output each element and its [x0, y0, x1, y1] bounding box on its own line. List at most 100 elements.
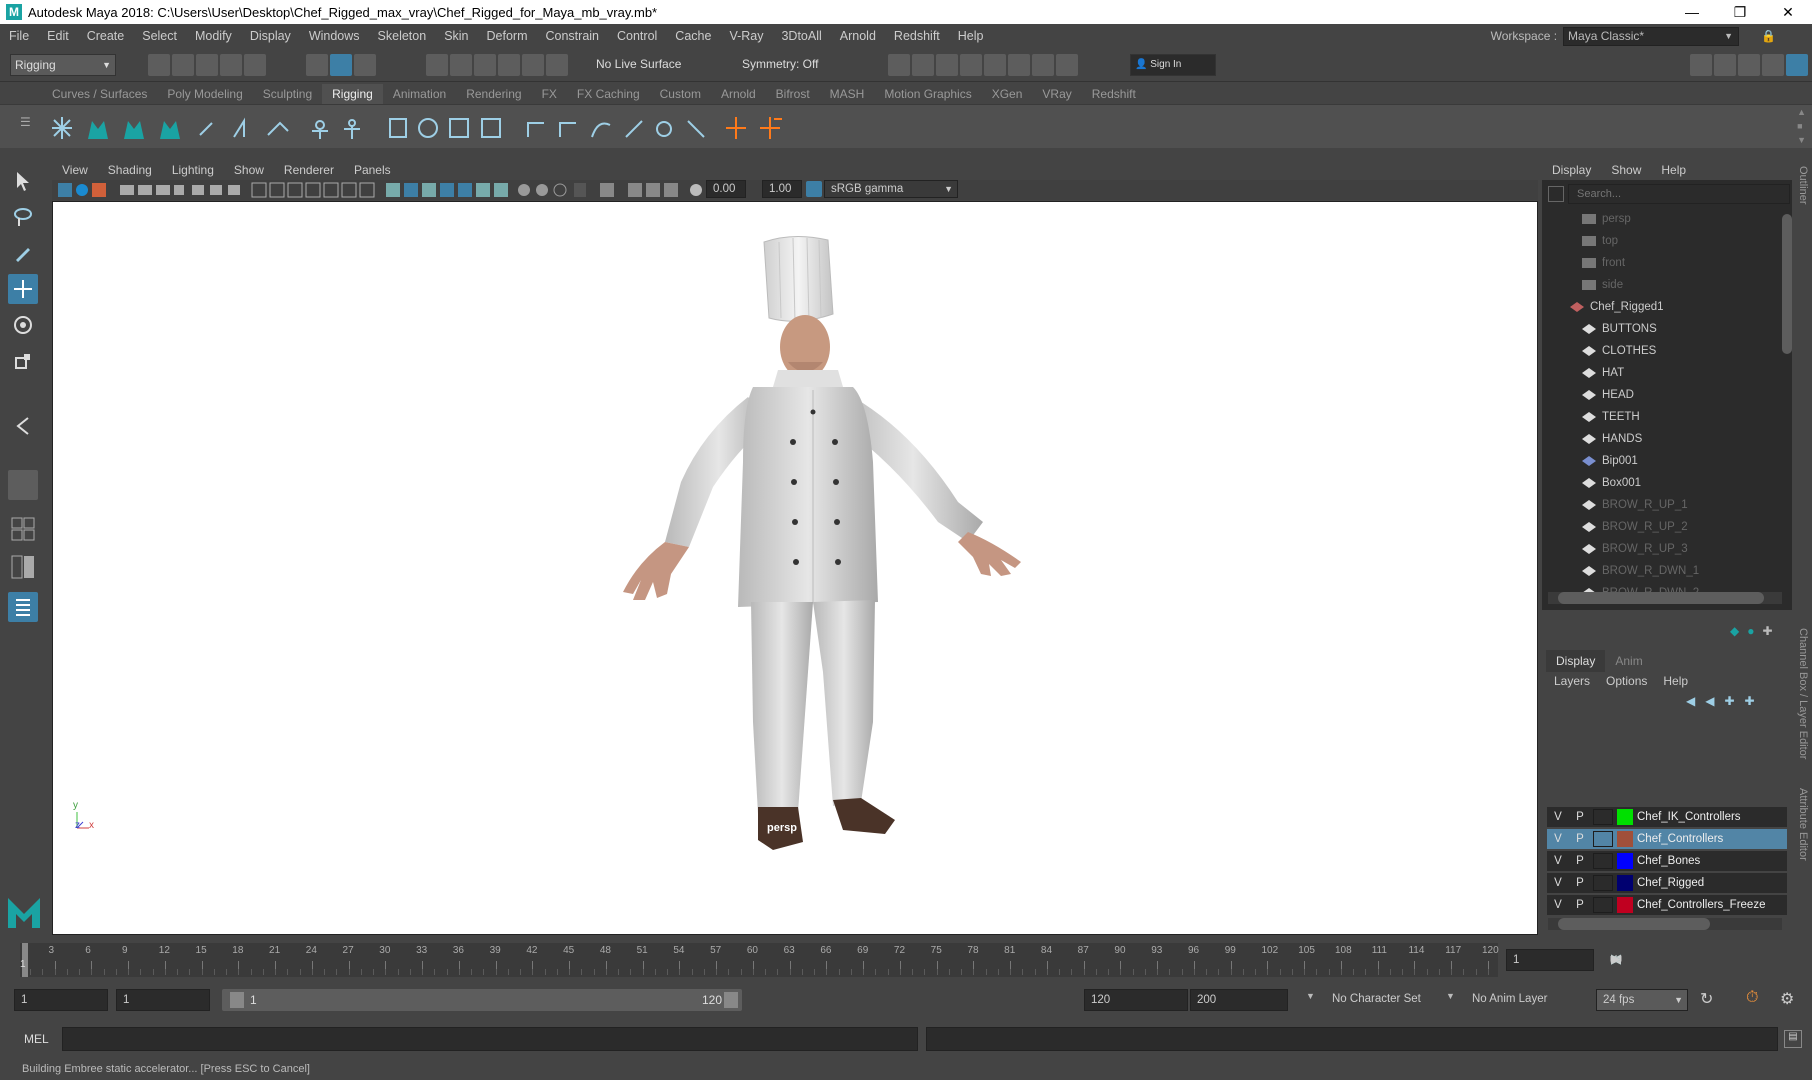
menu-file[interactable]: File	[0, 29, 38, 43]
viewport-menu-view[interactable]: View	[52, 163, 98, 177]
shelf-tab-poly-modeling[interactable]: Poly Modeling	[157, 84, 252, 104]
outliner-item[interactable]: Box001	[1582, 473, 1802, 493]
select-hierarchy-icon[interactable]	[306, 54, 328, 76]
attribute-editor-toggle-icon[interactable]	[1738, 54, 1760, 76]
select-component-icon[interactable]	[354, 54, 376, 76]
open-scene-icon[interactable]	[172, 54, 194, 76]
persp-outliner-layout-icon[interactable]	[8, 552, 38, 582]
shelf-tab-xgen[interactable]: XGen	[982, 84, 1033, 104]
live-surface-field[interactable]: No Live Surface	[592, 54, 702, 76]
viewport-menu-shading[interactable]: Shading	[98, 163, 162, 177]
hypershade-icon[interactable]	[984, 54, 1006, 76]
layer-display-type-toggle[interactable]	[1593, 875, 1613, 891]
shelf-tab-bifrost[interactable]: Bifrost	[766, 84, 820, 104]
outliner-item[interactable]: HAT	[1582, 363, 1802, 383]
mel-input[interactable]	[62, 1027, 918, 1051]
layer-row[interactable]: V P Chef_Controllers_Freeze	[1547, 895, 1787, 915]
range-start-handle[interactable]	[230, 992, 244, 1008]
exposure-field[interactable]: 0.00	[706, 180, 746, 198]
character-set-dropdown[interactable]: No Character Set	[1326, 989, 1430, 1011]
layer-display-type-toggle[interactable]	[1593, 809, 1613, 825]
layer-color-swatch[interactable]	[1617, 875, 1633, 891]
panel-toolbar-icons[interactable]	[52, 180, 1152, 200]
layer-tab-display[interactable]: Display	[1546, 650, 1606, 672]
outliner-hscrollbar[interactable]	[1548, 592, 1782, 604]
layer-menu-layers[interactable]: Layers	[1546, 670, 1598, 692]
menu-vray[interactable]: V-Ray	[720, 29, 772, 43]
menu-cache[interactable]: Cache	[666, 29, 720, 43]
menu-edit[interactable]: Edit	[38, 29, 78, 43]
sign-in-dropdown[interactable]: 👤 Sign In	[1130, 54, 1216, 76]
layer-color-swatch[interactable]	[1617, 831, 1633, 847]
layer-create-icons[interactable]: ◀ ◀ ✚ ✚	[1686, 694, 1755, 708]
shelf-tab-fx[interactable]: FX	[532, 84, 567, 104]
mel-label[interactable]: MEL	[24, 1032, 49, 1046]
layer-playback-toggle[interactable]: P	[1569, 811, 1591, 823]
render-view-icon[interactable]	[888, 54, 910, 76]
color-management-icon[interactable]	[806, 181, 822, 197]
channel-box-toggle-icon[interactable]	[1786, 54, 1808, 76]
side-tab-channel-box-layer-editor[interactable]: Channel Box / Layer Editor	[1797, 628, 1809, 759]
layer-playback-toggle[interactable]: P	[1569, 877, 1591, 889]
character-set-arrow-icon[interactable]: ▼	[1306, 991, 1315, 1001]
ipr-render-icon[interactable]	[936, 54, 958, 76]
layer-display-type-toggle[interactable]	[1593, 831, 1613, 847]
outliner-item[interactable]: Chef_Rigged1	[1570, 297, 1790, 317]
layer-display-type-toggle[interactable]	[1593, 853, 1613, 869]
viewport-menu-show[interactable]: Show	[224, 163, 274, 177]
layer-row[interactable]: V P Chef_IK_Controllers	[1547, 807, 1787, 827]
undo-icon[interactable]	[220, 54, 242, 76]
snap-curve-icon[interactable]	[450, 54, 472, 76]
colorspace-dropdown[interactable]: sRGB gamma ▼	[824, 180, 958, 198]
viewport-menu-panels[interactable]: Panels	[344, 163, 401, 177]
menu-windows[interactable]: Windows	[300, 29, 369, 43]
loop-icon[interactable]: ↻	[1700, 989, 1713, 1009]
shelf-menu-icon[interactable]: ☰	[20, 115, 31, 129]
vray-icon[interactable]	[1008, 54, 1030, 76]
side-tab-outliner[interactable]: Outliner	[1797, 166, 1809, 205]
outliner-item[interactable]: top	[1582, 231, 1802, 251]
scale-tool-icon[interactable]	[8, 346, 38, 376]
minimize-button[interactable]: —	[1668, 0, 1716, 24]
outliner-menu-help[interactable]: Help	[1651, 163, 1696, 177]
menu-select[interactable]: Select	[133, 29, 186, 43]
go-to-end-icon[interactable]: ⏭	[1608, 951, 1624, 967]
outliner-filter-icon[interactable]	[1548, 186, 1564, 202]
outliner-item[interactable]: BROW_R_UP_1	[1582, 495, 1802, 515]
scene-start-field[interactable]: 1	[14, 989, 108, 1011]
shelf-tab-sculpting[interactable]: Sculpting	[253, 84, 322, 104]
four-view-layout-icon[interactable]	[8, 512, 38, 546]
shelf-tab-rigging[interactable]: Rigging	[322, 84, 383, 104]
last-tool-icon[interactable]	[8, 410, 38, 440]
side-tab-attribute-editor[interactable]: Attribute Editor	[1797, 788, 1809, 861]
layer-row[interactable]: V P Chef_Rigged	[1547, 873, 1787, 893]
outliner-item[interactable]: CLOTHES	[1582, 341, 1802, 361]
shelf-tab-motion-graphics[interactable]: Motion Graphics	[874, 84, 981, 104]
snap-view-plane-icon[interactable]	[522, 54, 544, 76]
outliner-menu-display[interactable]: Display	[1542, 163, 1601, 177]
viewport-menu-lighting[interactable]: Lighting	[162, 163, 224, 177]
menu-display[interactable]: Display	[241, 29, 300, 43]
lasso-tool-icon[interactable]	[8, 202, 38, 232]
menu-modify[interactable]: Modify	[186, 29, 241, 43]
layer-row[interactable]: V P Chef_Bones	[1547, 851, 1787, 871]
menu-deform[interactable]: Deform	[478, 29, 537, 43]
layer-playback-toggle[interactable]: P	[1569, 855, 1591, 867]
current-frame-field[interactable]: 1	[1506, 949, 1594, 971]
fps-dropdown[interactable]: 24 fps ▼	[1596, 989, 1688, 1011]
layer-color-swatch[interactable]	[1617, 853, 1633, 869]
paint-select-icon[interactable]	[8, 238, 38, 268]
layer-tab-anim[interactable]: Anim	[1605, 650, 1652, 672]
layer-hscrollbar[interactable]	[1548, 918, 1782, 930]
outliner-item[interactable]: BROW_R_DWN_1	[1582, 561, 1802, 581]
outliner-item[interactable]: front	[1582, 253, 1802, 273]
single-perspective-layout-icon[interactable]	[8, 470, 38, 500]
layer-visibility-toggle[interactable]: V	[1547, 811, 1569, 823]
outliner-vscrollbar[interactable]	[1782, 208, 1792, 588]
shelf-tab-custom[interactable]: Custom	[650, 84, 711, 104]
playback-end-field[interactable]: 120	[1084, 989, 1188, 1011]
outliner-menu-show[interactable]: Show	[1601, 163, 1651, 177]
layer-visibility-toggle[interactable]: V	[1547, 833, 1569, 845]
make-live-icon[interactable]	[546, 54, 568, 76]
shelf-scroll[interactable]: ▲ ■ ▼	[1797, 105, 1806, 147]
